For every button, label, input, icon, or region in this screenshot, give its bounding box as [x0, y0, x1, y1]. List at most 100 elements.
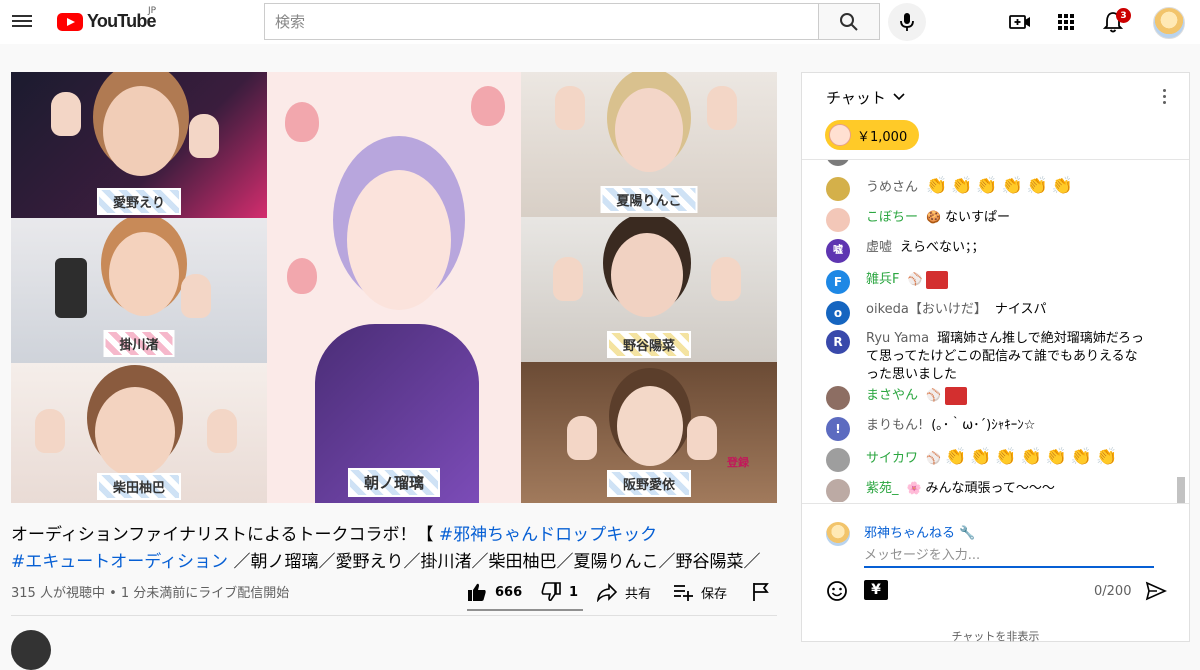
youtube-logo[interactable]: YouTube: [57, 11, 157, 32]
chat-message: F 雑兵F ⚾: [826, 270, 1171, 294]
mic-icon: [900, 13, 914, 31]
share-label: 共有: [625, 586, 652, 602]
search-button[interactable]: [819, 3, 880, 40]
title-text: ／朝ノ瑠璃／愛野えり／掛川渚／柴田柚巴／夏陽りんこ／野谷陽菜／: [228, 552, 761, 572]
chat-text: ナイスパ: [994, 302, 1047, 317]
like-count: 666: [495, 584, 523, 600]
search-icon: [840, 12, 858, 31]
chat-author[interactable]: こぼちー: [866, 210, 918, 225]
video-tile-2: 掛川渚: [11, 218, 267, 363]
chat-header-label: チャット: [826, 88, 886, 107]
superchat-avatar: [829, 124, 851, 146]
viewer-count: 315 人が視聴中: [11, 586, 105, 601]
chat-input-area: 邪神ちゃんねる 🔧 ¥ 0/200 チャットを非表示: [802, 503, 1189, 643]
chat-author[interactable]: oikeda【おいけだ】: [866, 302, 987, 317]
chat-message: まさやん ⚾: [826, 386, 1171, 410]
search-box[interactable]: [264, 3, 819, 40]
member-badge-icon: ⚾: [926, 451, 941, 465]
superchat-amount: ￥1,000: [857, 129, 908, 145]
more-options-icon[interactable]: [1163, 89, 1167, 105]
chat-scrollbar[interactable]: [1177, 477, 1185, 503]
my-channel-name: 邪神ちゃんねる 🔧: [864, 522, 975, 541]
menu-icon[interactable]: [12, 12, 32, 30]
hashtag-link[interactable]: #エキュートオーディション: [11, 552, 228, 572]
chat-text: みんな頑張って〜〜〜: [925, 481, 1055, 496]
camera-plus-icon: [1009, 15, 1030, 29]
chat-message: o oikeda【おいけだ】 ナイスパ: [826, 301, 1171, 325]
char-counter: 0/200: [1094, 584, 1132, 599]
thumbs-down-icon: [541, 582, 561, 602]
emoji-picker-icon[interactable]: [826, 580, 848, 602]
save-button[interactable]: 保存: [673, 582, 727, 602]
chat-message: 紫苑_ 🌸 みんな頑張って〜〜〜: [826, 479, 1171, 502]
super-chat-button[interactable]: ¥: [864, 580, 888, 600]
clap-emoji-row: 👏 👏 👏 👏 👏 👏: [926, 176, 1074, 196]
participant-nameplate: 掛川渚: [103, 330, 175, 357]
stats-separator: •: [104, 586, 121, 601]
participant-nameplate: 野谷陽菜: [606, 331, 692, 358]
chat-text: えらべない；；: [900, 240, 985, 255]
chat-message: R Ryu Yama 瑠璃姉さん推しで絶対瑠璃姉だろって思ってたけどこの配信みて誰…: [826, 330, 1171, 384]
my-avatar: [826, 522, 850, 546]
participant-nameplate: 柴田柚巴: [96, 473, 182, 500]
thumbs-up-icon: [468, 583, 486, 601]
chat-author[interactable]: まりもん!: [866, 418, 923, 433]
top-bar: YouTube JP 3: [0, 0, 1200, 44]
voice-search-button[interactable]: [888, 3, 926, 41]
divider: [11, 615, 777, 616]
chat-text: ないすぱー: [944, 210, 1010, 225]
hide-chat-button[interactable]: チャットを非表示: [802, 628, 1189, 644]
stream-started: 1 分未満前にライブ配信開始: [120, 586, 290, 601]
hashtag-link[interactable]: #邪神ちゃんドロップキック: [439, 525, 657, 545]
playlist-add-icon: [674, 585, 693, 601]
user-avatar: 嘘: [826, 239, 850, 263]
user-avatar: R: [826, 330, 850, 354]
chat-author[interactable]: Ryu Yama: [866, 331, 929, 346]
member-badge-icon: ⚾: [907, 272, 923, 286]
clipped-avatar: [826, 160, 850, 166]
wrench-icon: 🔧: [959, 526, 976, 541]
participant-nameplate: 愛野えり: [96, 188, 182, 215]
save-label: 保存: [701, 586, 728, 602]
search-input[interactable]: [275, 12, 818, 31]
logo-region: JP: [148, 6, 157, 16]
member-badge-icon: ⚾: [926, 388, 941, 402]
chat-text: (｡･｀ω･´)ｼｬｷｰﾝ☆: [931, 418, 1036, 433]
apps-button[interactable]: [1054, 10, 1078, 34]
video-player[interactable]: 愛野えり 掛川渚 柴田柚巴 朝ノ瑠璃 夏陽りんこ 野谷陽菜 登録 阪野愛依: [11, 72, 777, 503]
send-icon[interactable]: [1145, 580, 1167, 602]
my-name-text: 邪神ちゃんねる: [864, 526, 956, 541]
report-button[interactable]: [751, 582, 779, 602]
clap-emoji-row: 👏 👏 👏 👏 👏 👏 👏: [944, 447, 1118, 467]
member-badge-icon: 🍪: [926, 210, 941, 224]
chat-message: こぼちー 🍪 ないすぱー: [826, 208, 1171, 232]
chat-message-input[interactable]: [864, 544, 1154, 568]
user-avatar: [826, 448, 850, 472]
live-chat-panel: チャット ￥1,000 うめさん 👏 👏 👏 👏 👏 👏 こぼちー 🍪 ないすぱー 嘘 虚嘘 えら…: [801, 72, 1190, 643]
user-avatar: [826, 386, 850, 410]
video-tile-1: 愛野えり: [11, 72, 267, 218]
account-avatar[interactable]: [1153, 7, 1185, 39]
play-logo-icon: [57, 12, 83, 31]
chat-mode-selector[interactable]: チャット: [802, 73, 1189, 121]
chat-message-list[interactable]: うめさん 👏 👏 👏 👏 👏 👏 こぼちー 🍪 ないすぱー 嘘 虚嘘 えらべない；； F 雑兵F ⚾…: [802, 160, 1177, 502]
like-button[interactable]: 666: [467, 582, 522, 602]
share-button[interactable]: 共有: [597, 582, 651, 602]
notification-badge: 3: [1116, 8, 1131, 23]
user-avatar: !: [826, 417, 850, 441]
superchat-ticker[interactable]: ￥1,000: [825, 120, 920, 150]
chat-message: 嘘 虚嘘 えらべない；；: [826, 239, 1171, 263]
channel-avatar[interactable]: [11, 630, 51, 670]
chat-author[interactable]: うめさん: [866, 180, 918, 195]
view-stats: 315 人が視聴中 • 1 分未満前にライブ配信開始: [11, 582, 289, 601]
chat-author[interactable]: 虚嘘: [866, 240, 892, 255]
chat-author[interactable]: サイカワ: [866, 451, 918, 466]
participant-nameplate: 夏陽りんこ: [600, 186, 698, 213]
dislike-button[interactable]: 1: [541, 582, 578, 602]
video-tile-4: 夏陽りんこ: [521, 72, 777, 217]
chat-author[interactable]: 紫苑_: [866, 481, 899, 496]
member-badge-icon: 🌸: [906, 481, 922, 495]
create-video-button[interactable]: [1008, 10, 1032, 34]
chat-author[interactable]: 雑兵F: [866, 272, 899, 287]
chat-author[interactable]: まさやん: [866, 388, 918, 403]
